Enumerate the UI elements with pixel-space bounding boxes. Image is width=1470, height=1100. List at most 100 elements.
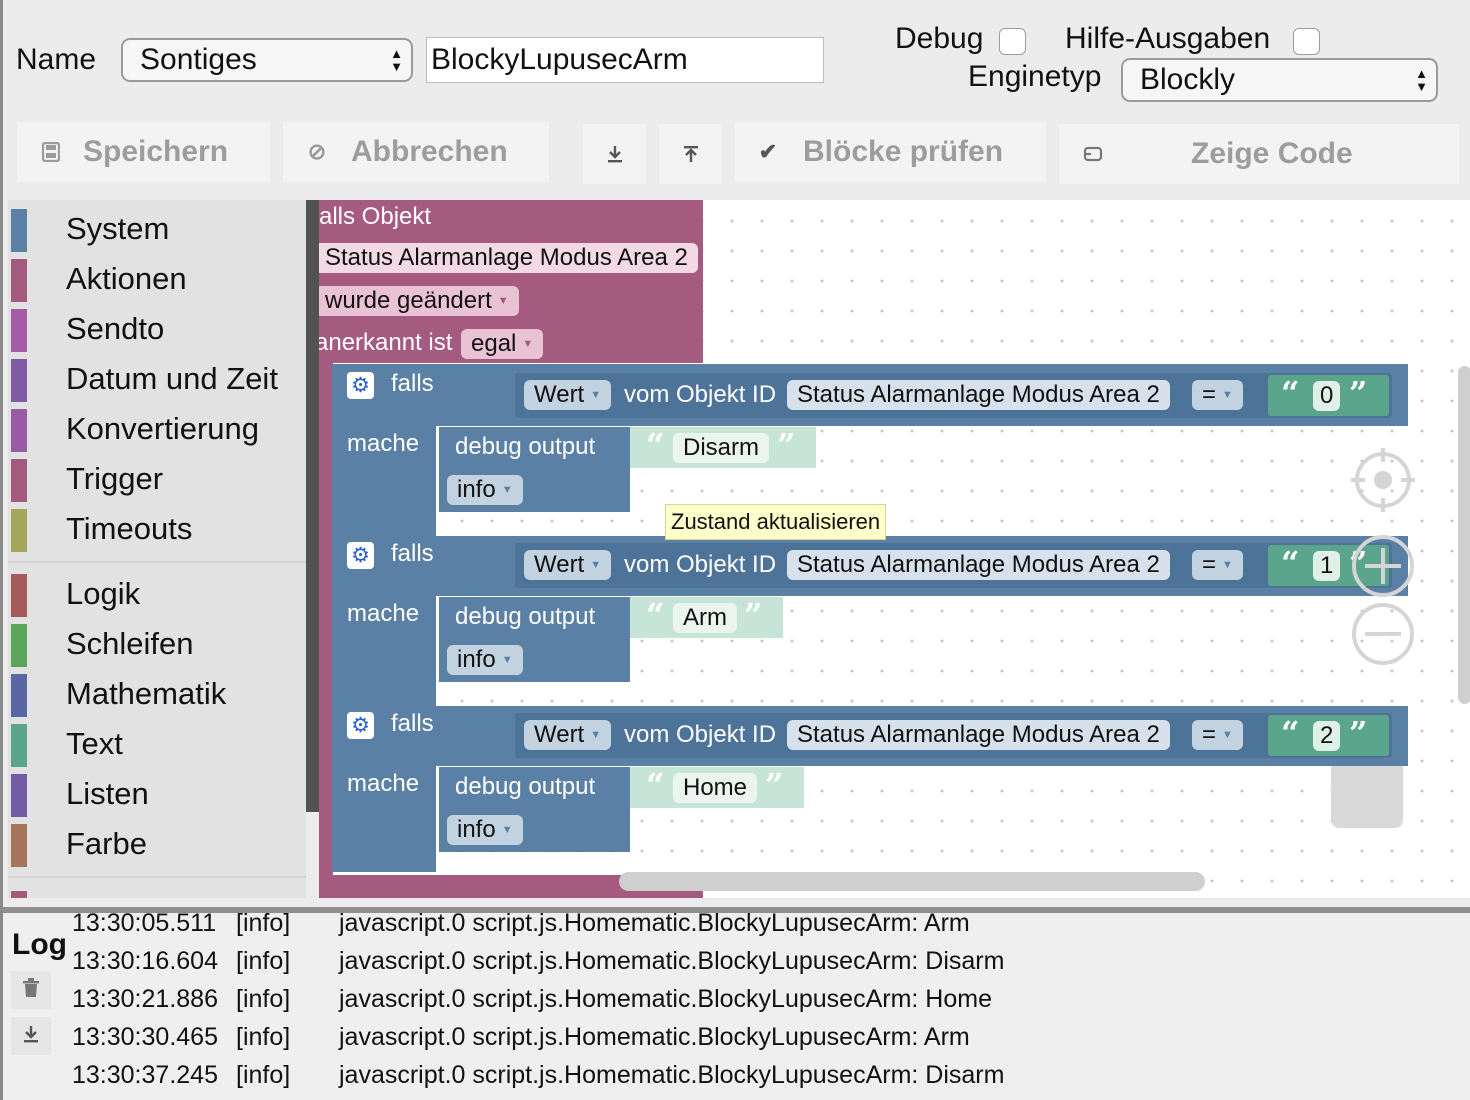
gear-icon[interactable]: ⚙ [347, 372, 374, 399]
workspace-vertical-scrollbar[interactable] [1458, 366, 1470, 704]
blockly-workspace[interactable]: alls Objekt Status Alarmanlage Modus Are… [319, 200, 1470, 898]
do-label: mache [347, 770, 420, 797]
cancel-button[interactable]: ⊘ Abbrechen [283, 122, 549, 182]
download-log-button[interactable] [11, 1017, 51, 1055]
log-time: 13:30:21.886 [72, 985, 218, 1013]
toolbox-scrollbar[interactable] [306, 200, 319, 812]
engine-select[interactable]: Blockly ▲ ▼ [1121, 58, 1438, 102]
output-text-field[interactable]: Disarm [673, 433, 769, 463]
compare-value-field[interactable]: 0 [1313, 381, 1341, 411]
open-quote-icon: “ [646, 596, 665, 634]
close-quote-icon: ” [1349, 714, 1368, 752]
gear-icon[interactable]: ⚙ [347, 712, 374, 739]
category-color-bar [11, 509, 27, 552]
save-icon [39, 142, 63, 162]
compare-value: 1 [1320, 552, 1334, 579]
object-id-value: Status Alarmanlage Modus Area 2 [797, 721, 1160, 748]
show-code-label: Zeige Code [1191, 137, 1353, 170]
object-id-field[interactable]: Status Alarmanlage Modus Area 2 [787, 380, 1170, 410]
zoom-in-icon[interactable] [1351, 534, 1415, 598]
trash-can-icon[interactable] [1331, 766, 1403, 828]
toolbox-category-lists[interactable]: Listen [8, 767, 306, 817]
workspace-horizontal-scrollbar[interactable] [619, 872, 1205, 891]
engine-select-value: Blockly [1140, 63, 1236, 96]
open-quote-icon: “ [1281, 544, 1300, 582]
category-color-bar [11, 574, 27, 617]
category-label: Logik [66, 576, 141, 611]
trigger-object-field[interactable]: Status Alarmanlage Modus Area 2 [319, 243, 698, 273]
toolbox-category-sendto[interactable]: Sendto [8, 302, 306, 352]
script-name-input[interactable]: BlockyLupusecArm [426, 37, 824, 83]
check-icon: ✔ [758, 139, 778, 164]
zoom-out-icon[interactable] [1351, 602, 1415, 666]
output-text-field[interactable]: Arm [673, 603, 737, 633]
do-label: mache [347, 600, 420, 627]
upload-icon [683, 145, 699, 163]
if-label: falls [391, 370, 434, 397]
check-blocks-button[interactable]: ✔ Blöcke prüfen [735, 122, 1046, 182]
compare-value: 2 [1320, 722, 1334, 749]
blockly-toolbox: System Aktionen Sendto Datum und Zeit Ko… [8, 200, 306, 898]
name-label: Name [16, 43, 97, 76]
toolbox-category-timeouts[interactable]: Timeouts [8, 502, 306, 552]
value-dropdown[interactable]: Wert ▼ [524, 380, 612, 410]
log-message: javascript.0 script.js.Homematic.BlockyL… [339, 1061, 1005, 1089]
trigger-ack-label: anerkannt ist [319, 329, 453, 356]
log-message: javascript.0 script.js.Homematic.BlockyL… [339, 909, 970, 937]
trigger-change-dropdown[interactable]: wurde geändert ▼ [319, 286, 519, 316]
trigger-ack-dropdown[interactable]: egal ▼ [461, 329, 544, 359]
close-quote-icon: ” [765, 766, 784, 804]
open-quote-icon: “ [1281, 374, 1300, 412]
import-button[interactable] [659, 124, 722, 184]
trigger-ack-value: egal [471, 330, 517, 357]
toolbox-category-loops[interactable]: Schleifen [8, 617, 306, 667]
toolbox-category-datetime[interactable]: Datum und Zeit [8, 352, 306, 402]
help-output-checkbox[interactable] [1293, 28, 1320, 55]
toolbox-category-text[interactable]: Text [8, 717, 306, 767]
category-label: Sendto [66, 311, 165, 346]
compare-value-field[interactable]: 1 [1313, 551, 1341, 581]
show-code-button[interactable]: Zeige Code [1059, 124, 1459, 184]
compare-value-field[interactable]: 2 [1313, 721, 1341, 751]
category-label: Timeouts [66, 511, 193, 546]
folder-select[interactable]: Sontiges ▲ ▼ [121, 38, 413, 82]
log-level-dropdown[interactable]: info ▼ [447, 645, 523, 675]
toolbox-category-system[interactable]: System [8, 202, 306, 252]
object-id-field[interactable]: Status Alarmanlage Modus Area 2 [787, 550, 1170, 580]
object-id-label: vom Objekt ID [624, 551, 777, 578]
log-panel: Log 13:30:05.511 [info] javascript.0 scr… [3, 907, 1470, 1100]
output-text-field[interactable]: Home [673, 773, 758, 803]
toolbox-category-math[interactable]: Mathematik [8, 667, 306, 717]
value-dropdown[interactable]: Wert ▼ [524, 720, 612, 750]
gear-icon[interactable]: ⚙ [347, 542, 374, 569]
object-id-value: Status Alarmanlage Modus Area 2 [797, 381, 1160, 408]
clear-log-button[interactable] [11, 971, 51, 1009]
toolbox-category-actions[interactable]: Aktionen [8, 252, 306, 302]
operator-dropdown[interactable]: = ▼ [1192, 380, 1243, 410]
toolbox-category-color[interactable]: Farbe [8, 817, 306, 867]
toolbox-category-conversion[interactable]: Konvertierung [8, 402, 306, 452]
toolbox-category-logic[interactable]: Logik [8, 567, 306, 617]
trigger-object-name: Status Alarmanlage Modus Area 2 [325, 244, 688, 271]
log-level-dropdown[interactable]: info ▼ [447, 815, 523, 845]
log-severity: [info] [236, 985, 291, 1013]
toolbox-category-partial[interactable] [8, 884, 306, 898]
category-label: Trigger [66, 461, 164, 496]
log-severity: [info] [236, 1023, 291, 1051]
dropdown-arrow-icon: ▼ [501, 654, 513, 666]
export-button[interactable] [583, 124, 646, 184]
operator-value: = [1202, 381, 1217, 408]
log-level-dropdown[interactable]: info ▼ [447, 475, 523, 505]
object-id-field[interactable]: Status Alarmanlage Modus Area 2 [787, 720, 1170, 750]
debug-checkbox[interactable] [999, 28, 1026, 55]
if-label: falls [391, 540, 434, 567]
close-quote-icon: ” [1349, 374, 1368, 412]
object-id-label: vom Objekt ID [624, 721, 777, 748]
zoom-reset-icon[interactable] [1351, 448, 1415, 512]
value-dropdown[interactable]: Wert ▼ [524, 550, 612, 580]
save-button[interactable]: Speichern [17, 122, 270, 182]
operator-dropdown[interactable]: = ▼ [1192, 550, 1243, 580]
toolbox-category-trigger[interactable]: Trigger [8, 452, 306, 502]
do-label: mache [347, 430, 420, 457]
operator-dropdown[interactable]: = ▼ [1192, 720, 1243, 750]
